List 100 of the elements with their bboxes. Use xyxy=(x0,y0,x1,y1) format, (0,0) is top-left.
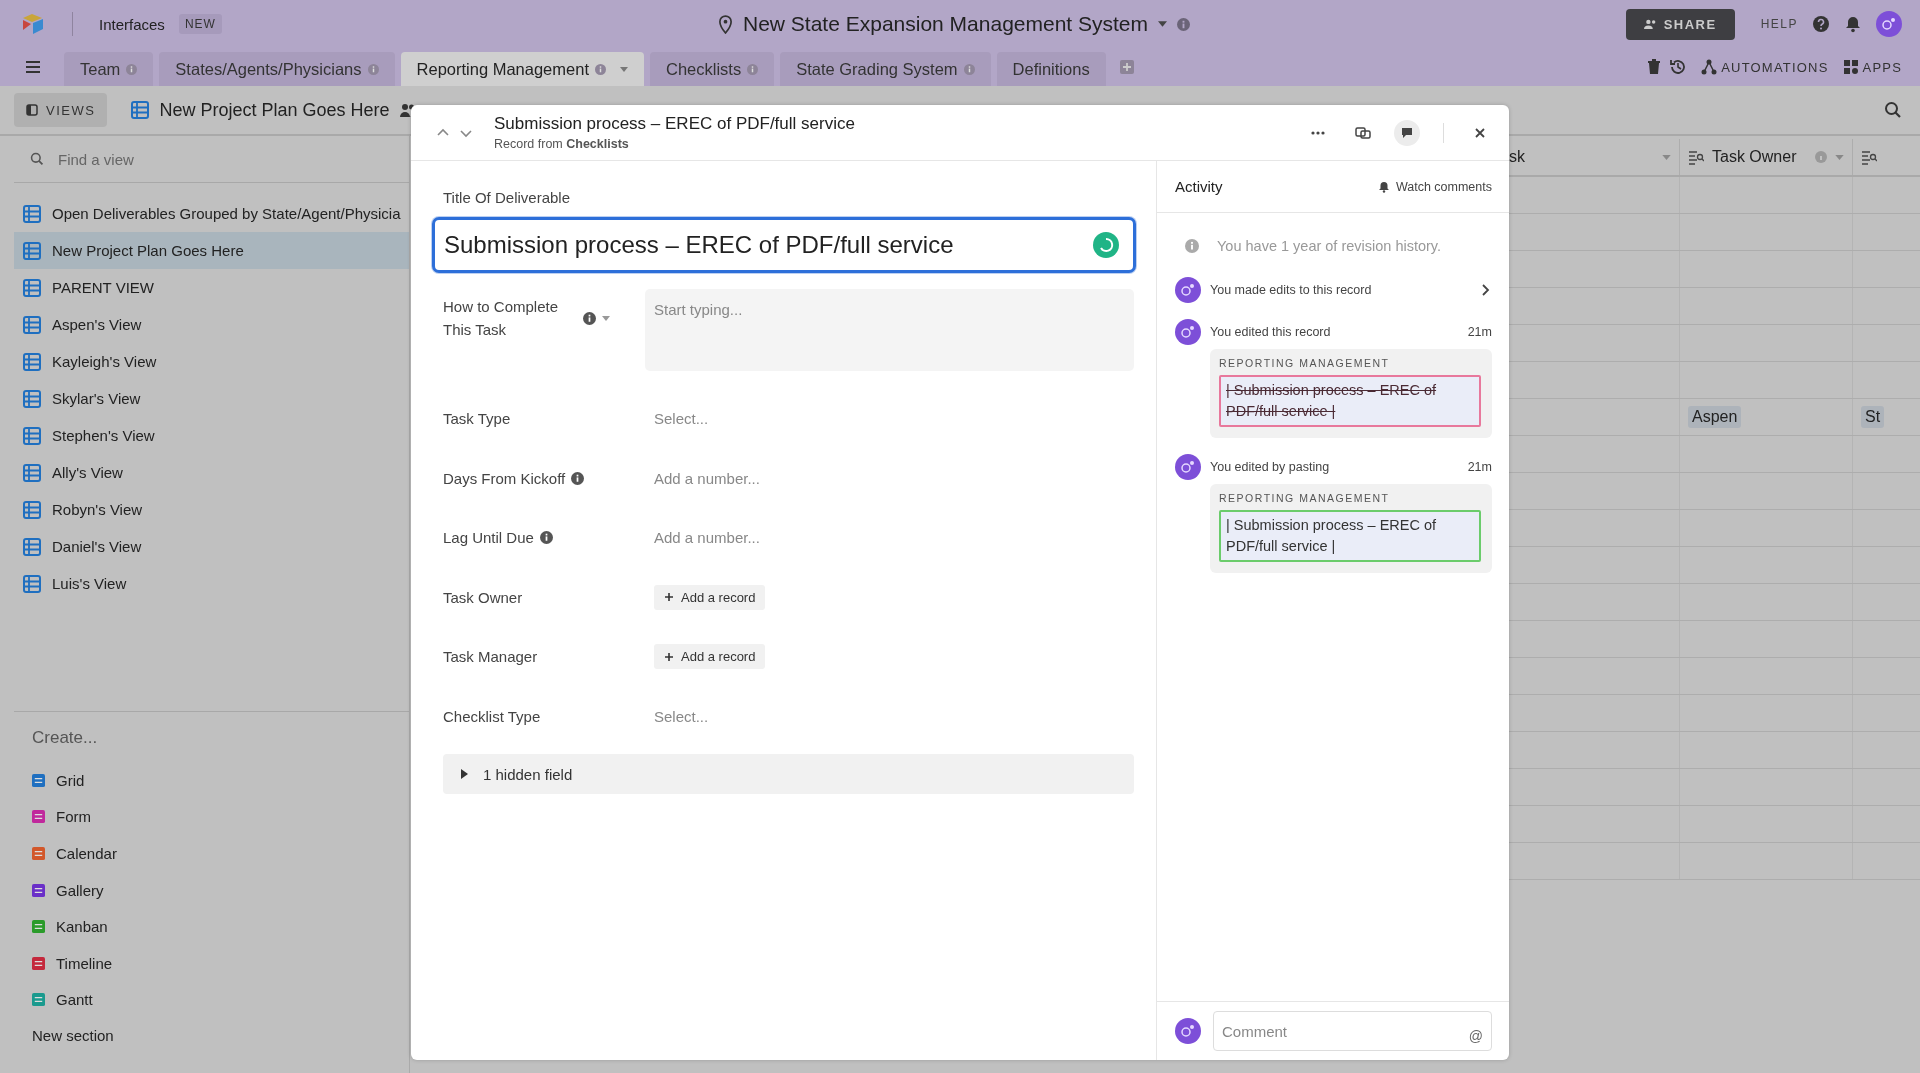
mention-button[interactable]: @ xyxy=(1468,1028,1483,1050)
title-field[interactable]: Submission process – EREC of PDF/full service xyxy=(432,217,1136,273)
caret-icon[interactable] xyxy=(620,66,628,72)
view-item[interactable]: Kayleigh's View xyxy=(14,343,409,380)
close-icon[interactable] xyxy=(1473,125,1487,140)
avatar-icon xyxy=(1175,277,1201,303)
people-icon xyxy=(1643,18,1658,30)
bell-icon[interactable] xyxy=(1844,15,1862,33)
create-view-item[interactable]: Calendar xyxy=(32,835,409,872)
view-item[interactable]: Ally's View xyxy=(14,454,409,491)
create-view-item[interactable]: Gallery xyxy=(32,871,409,909)
table-name: REPORTING MANAGEMENT xyxy=(1219,492,1391,504)
avatar-icon xyxy=(1175,319,1201,345)
sidebar-icon xyxy=(26,104,38,116)
help-icon[interactable] xyxy=(1812,15,1830,33)
comment-field[interactable]: Comment @ xyxy=(1213,1011,1492,1051)
revision-notice: You have 1 year of revision history. xyxy=(1217,238,1442,254)
activity-time: 21m xyxy=(1467,325,1492,339)
view-item[interactable]: Aspen's View xyxy=(14,306,409,343)
table-tab[interactable]: States/Agents/Physicians xyxy=(159,52,395,86)
current-view-name[interactable]: New Project Plan Goes Here xyxy=(159,99,390,121)
table-tab[interactable]: Reporting Management xyxy=(400,52,644,86)
view-type-icon xyxy=(32,956,45,970)
create-view-item[interactable]: Gantt xyxy=(32,981,409,1019)
grid-view-icon xyxy=(23,537,41,556)
info-icon[interactable] xyxy=(539,531,553,545)
view-type-icon xyxy=(32,993,45,1007)
plus-icon xyxy=(664,651,674,662)
watch-comments-button[interactable]: Watch comments xyxy=(1377,179,1492,194)
activity-heading: Activity xyxy=(1175,178,1223,195)
view-item[interactable]: Stephen's View xyxy=(14,417,409,454)
view-item[interactable]: Robyn's View xyxy=(14,491,409,528)
column-header[interactable]: sk xyxy=(1509,148,1525,166)
people-icon[interactable] xyxy=(399,102,416,118)
select-field[interactable]: Select... xyxy=(654,707,709,725)
grid-view-icon xyxy=(23,389,41,408)
avatar-icon xyxy=(1175,454,1201,480)
comment-toggle-button[interactable] xyxy=(1394,119,1420,146)
grid-view-icon xyxy=(23,278,41,297)
long-text-field[interactable]: Start typing... xyxy=(645,289,1134,371)
caret-icon[interactable] xyxy=(602,315,610,321)
view-item[interactable]: Open Deliverables Grouped by State/Agent/Physicia xyxy=(14,195,409,232)
add-record-button[interactable]: Add a record xyxy=(654,584,766,610)
new-section-button[interactable]: New section xyxy=(32,1018,409,1053)
search-icon[interactable] xyxy=(1884,101,1902,119)
view-item[interactable]: Luis's View xyxy=(14,565,409,602)
create-view-item[interactable]: Grid xyxy=(32,762,409,799)
interfaces-link[interactable]: Interfaces xyxy=(99,15,165,33)
expand-icon[interactable] xyxy=(1355,124,1371,141)
grid-view-icon xyxy=(23,352,41,371)
hidden-fields-toggle[interactable]: 1 hidden field xyxy=(443,754,1134,794)
view-item[interactable]: Daniel's View xyxy=(14,528,409,565)
column-header[interactable]: Task Owner xyxy=(1712,148,1807,166)
field-label: Task Manager xyxy=(443,648,538,666)
view-item[interactable]: PARENT VIEW xyxy=(14,269,409,306)
field-label: Task Type xyxy=(443,410,511,428)
add-record-button[interactable]: Add a record xyxy=(654,644,766,670)
avatar-icon xyxy=(1175,1018,1201,1044)
table-tab[interactable]: Team xyxy=(64,52,154,86)
table-tab[interactable]: Checklists xyxy=(650,52,775,86)
grid-view-icon xyxy=(131,101,150,119)
create-view-item[interactable]: Kanban xyxy=(32,908,409,945)
create-heading: Create... xyxy=(32,728,99,748)
apps-button[interactable]: APPS xyxy=(1842,59,1902,75)
history-icon[interactable] xyxy=(1669,58,1688,76)
select-field[interactable]: Select... xyxy=(654,410,709,428)
field-label: Title Of Deliverable xyxy=(443,189,571,206)
linked-field-icon xyxy=(1861,149,1877,165)
view-type-icon xyxy=(32,810,45,824)
menu-icon[interactable] xyxy=(24,58,42,76)
help-link[interactable]: HELP xyxy=(1760,17,1798,31)
automation-icon xyxy=(1701,59,1718,75)
base-title[interactable]: New State Expansion Management System xyxy=(743,12,1149,36)
create-view-item[interactable]: Form xyxy=(32,798,409,836)
view-item[interactable]: New Project Plan Goes Here xyxy=(14,232,409,269)
views-button[interactable]: VIEWS xyxy=(14,93,108,127)
avatar-icon[interactable] xyxy=(1876,11,1902,37)
view-type-icon xyxy=(32,920,45,934)
activity-text: You edited by pasting xyxy=(1210,460,1330,474)
create-view-item[interactable]: Timeline xyxy=(32,944,409,982)
grid-view-icon xyxy=(23,463,41,482)
view-type-icon xyxy=(32,847,45,860)
table-tab[interactable]: State Grading System xyxy=(780,52,991,86)
plus-icon xyxy=(664,592,674,603)
view-item[interactable]: Skylar's View xyxy=(14,380,409,417)
record-chip[interactable]: St xyxy=(1861,406,1885,428)
find-view-field[interactable]: Find a view xyxy=(56,149,409,169)
field-label: Days From Kickoff xyxy=(443,469,566,487)
search-icon xyxy=(30,152,44,166)
loading-icon xyxy=(1093,232,1119,258)
field-label: How to Complete This Task xyxy=(443,297,560,340)
record-chip[interactable]: Aspen xyxy=(1688,406,1742,428)
info-icon[interactable] xyxy=(583,311,596,325)
automations-button[interactable]: AUTOMATIONS xyxy=(1701,59,1829,75)
caret-icon[interactable] xyxy=(1158,21,1168,27)
activity-text[interactable]: You made edits to this record xyxy=(1210,283,1372,297)
table-tab[interactable]: Definitions xyxy=(996,52,1106,86)
info-icon[interactable] xyxy=(571,471,585,485)
grid-view-icon xyxy=(23,574,41,593)
share-button[interactable]: SHARE xyxy=(1625,8,1735,40)
